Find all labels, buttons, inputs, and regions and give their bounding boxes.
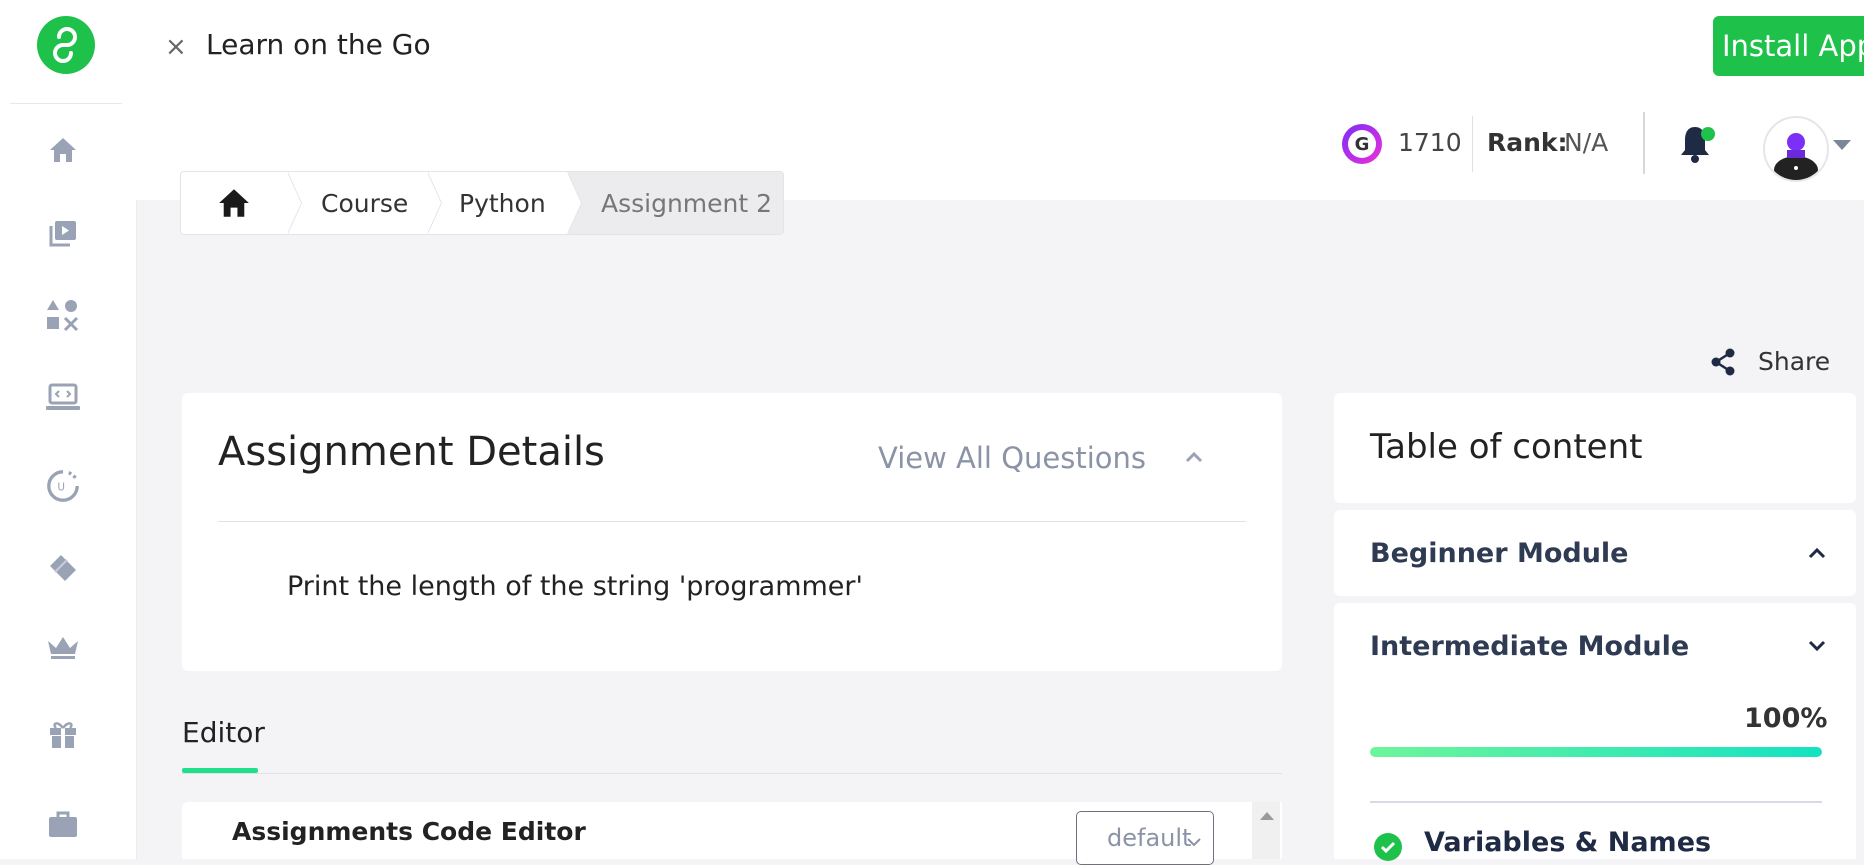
sidebar-item-progress[interactable]: U [45,468,81,504]
module-progress-percent: 100% [1744,703,1828,734]
breadcrumb-python[interactable]: Python [427,172,582,234]
module-progress-bar [1370,747,1822,757]
share-button[interactable]: Share [1710,347,1830,376]
notification-dot [1701,127,1715,141]
breadcrumb-current: Assignment 2 [567,172,783,234]
theme-select[interactable]: default [1076,811,1214,865]
sidebar-item-videos[interactable] [45,216,81,252]
scrollbar[interactable] [1252,802,1280,859]
module-title: Beginner Module [1370,538,1629,569]
home-icon [50,138,76,162]
breadcrumb: Course Python Assignment 2 [180,171,784,235]
progress-icon: U [47,470,79,502]
check-circle-icon [1374,833,1402,861]
sidebar-item-home[interactable] [45,132,81,168]
divider [182,773,1282,774]
module-progress-fill [1370,747,1822,757]
breadcrumb-label: Assignment 2 [601,188,773,218]
close-promo-button[interactable]: × [165,30,187,64]
briefcase-icon [49,811,77,837]
categories-icon [47,300,79,332]
chevron-down-icon [1187,832,1201,851]
rank-label: Rank: [1487,128,1568,157]
toc-title: Table of content [1370,427,1643,467]
divider [1472,116,1473,172]
logo-mark-icon [53,27,77,63]
svg-text:U: U [57,482,65,494]
logo[interactable] [37,16,95,74]
question-text: Print the length of the string 'programm… [287,571,863,602]
promo-title: Learn on the Go [206,28,431,61]
avatar[interactable] [1763,116,1829,182]
avatar-image [1774,133,1818,180]
divider [1643,112,1645,174]
collapse-button[interactable] [1185,448,1203,467]
tab-editor[interactable]: Editor [182,716,265,749]
lesson-title[interactable]: Variables & Names [1424,827,1711,858]
sidebar-item-jobs[interactable] [45,806,81,842]
home-icon [219,189,249,217]
code-laptop-icon [46,383,80,410]
tag-icon [50,555,76,581]
module-beginner[interactable]: Beginner Module [1334,510,1856,596]
scroll-up-arrow[interactable] [1260,812,1274,820]
gift-icon [50,722,76,748]
share-label: Share [1758,347,1831,376]
module-intermediate[interactable]: Intermediate Module 100% Variables & Nam… [1334,603,1856,861]
sidebar-item-offers[interactable] [45,550,81,586]
sidebar-item-projects[interactable] [45,380,81,416]
module-title: Intermediate Module [1370,631,1690,662]
toc-header-card: Table of content [1334,393,1856,503]
sidebar-item-leaderboard[interactable] [45,630,81,666]
sidebar: U [0,0,137,859]
assignment-title: Assignment Details [218,429,605,475]
share-icon [1711,348,1735,375]
gems-count: 1710 [1398,128,1462,157]
theme-select-value: default [1107,824,1192,852]
rank-value: N/A [1564,128,1609,157]
divider [218,521,1246,522]
video-library-icon [49,221,76,247]
sidebar-item-practice[interactable] [45,298,81,334]
crown-icon [48,637,78,659]
breadcrumb-course[interactable]: Course [287,172,442,234]
sidebar-divider [10,103,122,104]
code-editor-title: Assignments Code Editor [232,817,586,846]
install-app-button[interactable]: Install App [1713,16,1864,76]
view-all-questions-link[interactable]: View All Questions [878,441,1146,475]
breadcrumb-home[interactable] [181,172,302,234]
account-menu-caret[interactable] [1833,140,1851,150]
chevron-down-icon[interactable] [1808,637,1826,656]
gems-icon: G [1342,124,1382,164]
assignment-details-card: Assignment Details View All Questions Pr… [182,393,1282,671]
sidebar-item-rewards[interactable] [45,716,81,752]
chevron-up-icon[interactable] [1808,544,1826,563]
breadcrumb-label: Python [459,188,546,218]
chevron-up-icon [1185,451,1203,463]
code-editor-panel: Assignments Code Editor default [182,802,1282,865]
breadcrumb-label: Course [321,188,409,218]
divider [1370,801,1822,803]
